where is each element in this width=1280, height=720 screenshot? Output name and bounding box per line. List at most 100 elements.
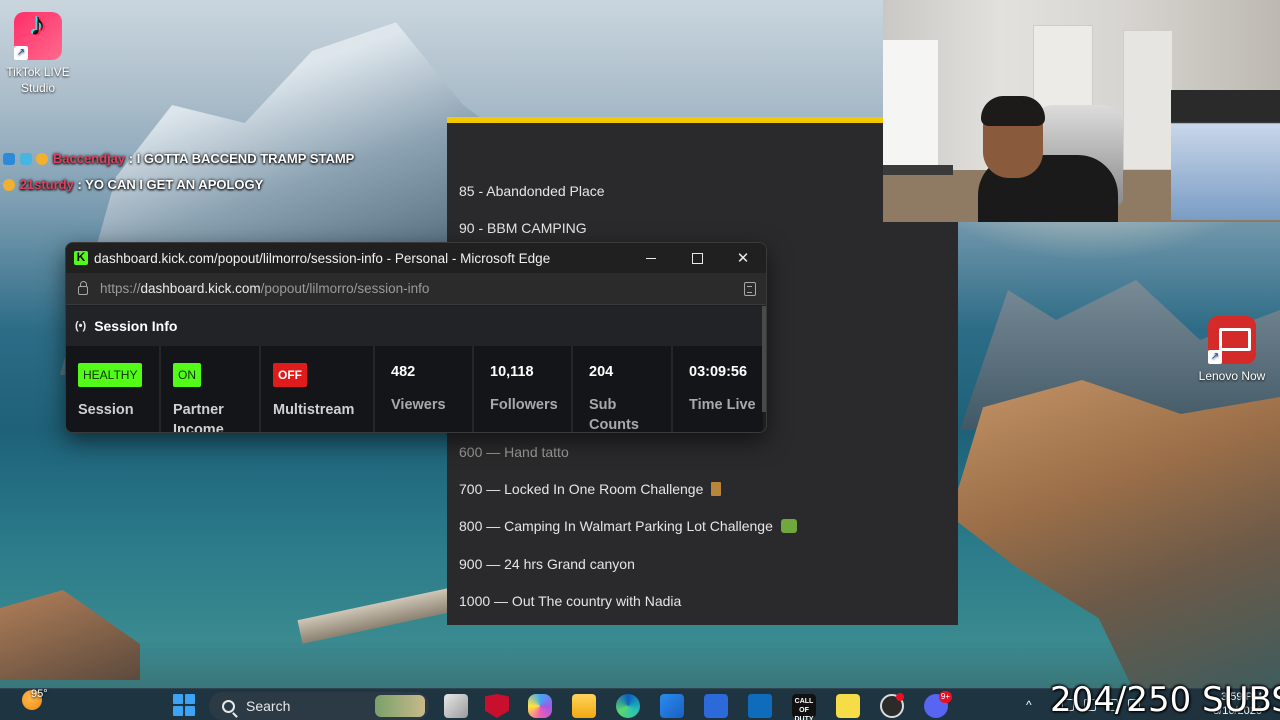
obs-icon[interactable] bbox=[880, 693, 904, 718]
lenovo-now-icon: ↗ bbox=[1208, 316, 1256, 364]
reader-mode-icon[interactable] bbox=[744, 282, 756, 296]
stat-label: Time Live bbox=[689, 397, 756, 413]
file-explorer-icon[interactable] bbox=[572, 694, 596, 718]
door-emoji-icon bbox=[711, 482, 722, 496]
stat-sub-counts: 204 Sub Counts bbox=[573, 346, 673, 433]
goal-item: 900 — 24 hrs Grand canyon bbox=[459, 556, 635, 572]
shortcut-arrow-icon: ↗ bbox=[14, 46, 28, 60]
search-label: Search bbox=[246, 698, 291, 714]
windows-logo-icon bbox=[185, 694, 195, 704]
stat-partner-income: ON Partner Income bbox=[161, 346, 261, 432]
address-bar[interactable]: https://dashboard.kick.com/popout/lilmor… bbox=[66, 273, 766, 305]
minimize-button[interactable] bbox=[628, 243, 674, 273]
desktop-icon-label: TikTok LIVE bbox=[6, 65, 70, 79]
status-badge: OFF bbox=[273, 363, 307, 387]
url-host: dashboard.kick.com bbox=[140, 281, 261, 296]
stat-label: Session bbox=[78, 402, 134, 418]
goal-item: 85 - Abandonded Place bbox=[459, 183, 605, 199]
webcam-bed bbox=[1171, 90, 1280, 220]
edge-titlebar[interactable]: dashboard.kick.com/popout/lilmorro/sessi… bbox=[66, 243, 766, 273]
desktop-icon-lenovo-now[interactable]: ↗ Lenovo Now bbox=[1194, 316, 1270, 384]
window-title: dashboard.kick.com/popout/lilmorro/sessi… bbox=[94, 250, 551, 266]
tray-overflow-caret[interactable]: ^ bbox=[1026, 698, 1032, 712]
windows-logo-icon bbox=[173, 694, 183, 704]
shortcut-arrow-icon: ↗ bbox=[1208, 350, 1222, 364]
status-badge: HEALTHY bbox=[78, 363, 143, 387]
search-highlight-image bbox=[375, 695, 425, 717]
stat-value: 482 bbox=[391, 364, 416, 380]
kick-logo-icon bbox=[74, 250, 88, 265]
camping-emoji-icon bbox=[780, 519, 797, 533]
search-icon bbox=[222, 699, 235, 713]
sub-goal-overlay: 204/250 SUBS bbox=[1050, 680, 1280, 720]
desktop-icon-tiktok-live-studio[interactable]: ↗ TikTok LIVE Studio bbox=[0, 12, 76, 96]
session-stats-row: HEALTHY Session ON Partner Income OFF Mu… bbox=[66, 346, 763, 433]
chat-username: Baccendjay bbox=[52, 151, 126, 166]
goal-item: 1000 — Out The country with Nadia bbox=[459, 593, 682, 609]
chat-text: YO CAN I GET AN APOLOGY bbox=[85, 177, 264, 192]
goal-item: 700 — Locked In One Room Challenge bbox=[459, 481, 722, 497]
windows-logo-icon bbox=[173, 706, 183, 716]
goal-item-text: 700 — Locked In One Room Challenge bbox=[459, 481, 704, 497]
sticky-notes-icon[interactable] bbox=[836, 694, 860, 718]
goal-item-text: 800 — Camping In Walmart Parking Lot Cha… bbox=[459, 518, 773, 534]
emoji-icon bbox=[36, 153, 49, 165]
session-info-title: Session Info bbox=[94, 318, 178, 334]
outlook-icon[interactable] bbox=[748, 694, 772, 718]
stat-label: Viewers bbox=[391, 397, 446, 413]
copilot-icon[interactable] bbox=[528, 694, 552, 718]
start-button[interactable] bbox=[173, 694, 195, 716]
microsoft-store-icon[interactable] bbox=[660, 694, 684, 718]
scrollbar[interactable] bbox=[762, 306, 766, 412]
taskbar-search[interactable]: Search bbox=[209, 692, 429, 720]
emoji-icon bbox=[3, 179, 15, 191]
desktop-icon-label: Studio bbox=[20, 81, 56, 95]
desktop-icon-label: Lenovo Now bbox=[1198, 369, 1266, 383]
goal-item: 90 - BBM CAMPING bbox=[459, 220, 587, 236]
url-path: /popout/lilmorro/session-info bbox=[260, 281, 430, 296]
lock-icon[interactable] bbox=[78, 281, 88, 295]
chat-message: Baccendjay : I GOTTA BACCEND TRAMP STAMP bbox=[3, 151, 354, 166]
maximize-button[interactable] bbox=[674, 243, 720, 273]
chat-badge-icon bbox=[19, 153, 32, 165]
url-scheme: https:// bbox=[100, 281, 141, 296]
webcam-desk bbox=[883, 165, 953, 175]
stat-value: 10,118 bbox=[490, 364, 534, 380]
goal-item: 800 — Camping In Walmart Parking Lot Cha… bbox=[459, 518, 797, 534]
recording-dot bbox=[896, 693, 904, 701]
chat-text: I GOTTA BACCEND TRAMP STAMP bbox=[136, 151, 355, 166]
adobe-icon[interactable] bbox=[704, 694, 728, 718]
edge-popout-window: dashboard.kick.com/popout/lilmorro/sessi… bbox=[65, 242, 767, 433]
stat-value: 03:09:56 bbox=[689, 364, 748, 380]
webcam-feed bbox=[883, 0, 1280, 222]
webcam-door bbox=[1123, 30, 1173, 170]
stat-label: Counts bbox=[589, 417, 639, 433]
chat-separator: : bbox=[125, 151, 137, 166]
call-of-duty-icon[interactable]: CALL OF DUTY bbox=[792, 694, 816, 720]
chat-message: 21sturdy : YO CAN I GET AN APOLOGY bbox=[3, 177, 263, 192]
stat-session: HEALTHY Session bbox=[66, 346, 161, 432]
chat-badge-icon bbox=[3, 153, 15, 165]
broadcast-icon: (•) bbox=[75, 320, 87, 332]
weather-temperature: 95° bbox=[31, 688, 48, 700]
stat-multistream: OFF Multistream bbox=[261, 346, 375, 432]
session-info-header: (•) Session Info bbox=[66, 306, 763, 346]
notification-badge: 9+ bbox=[938, 691, 952, 703]
edge-icon[interactable] bbox=[616, 694, 640, 718]
stat-label: Multistream bbox=[273, 402, 355, 418]
webcam-window bbox=[883, 40, 938, 170]
stat-viewers: 482 Viewers bbox=[375, 346, 474, 432]
chat-username: 21sturdy bbox=[19, 177, 74, 192]
webcam-streamer-hair bbox=[981, 96, 1045, 126]
files-icon[interactable] bbox=[444, 694, 468, 718]
url-text[interactable]: https://dashboard.kick.com/popout/lilmor… bbox=[100, 281, 429, 296]
close-button[interactable]: ✕ bbox=[720, 243, 766, 273]
tiktok-live-studio-icon: ↗ bbox=[14, 12, 62, 60]
stat-time-live: 03:09:56 Time Live bbox=[673, 346, 763, 432]
discord-icon[interactable]: 9+ bbox=[924, 691, 952, 718]
goal-item: 600 — Hand tatto bbox=[459, 444, 569, 460]
windows-logo-icon bbox=[185, 706, 195, 716]
chat-separator: : bbox=[73, 177, 86, 192]
stat-label: Sub bbox=[589, 397, 617, 413]
status-badge: ON bbox=[173, 363, 201, 387]
